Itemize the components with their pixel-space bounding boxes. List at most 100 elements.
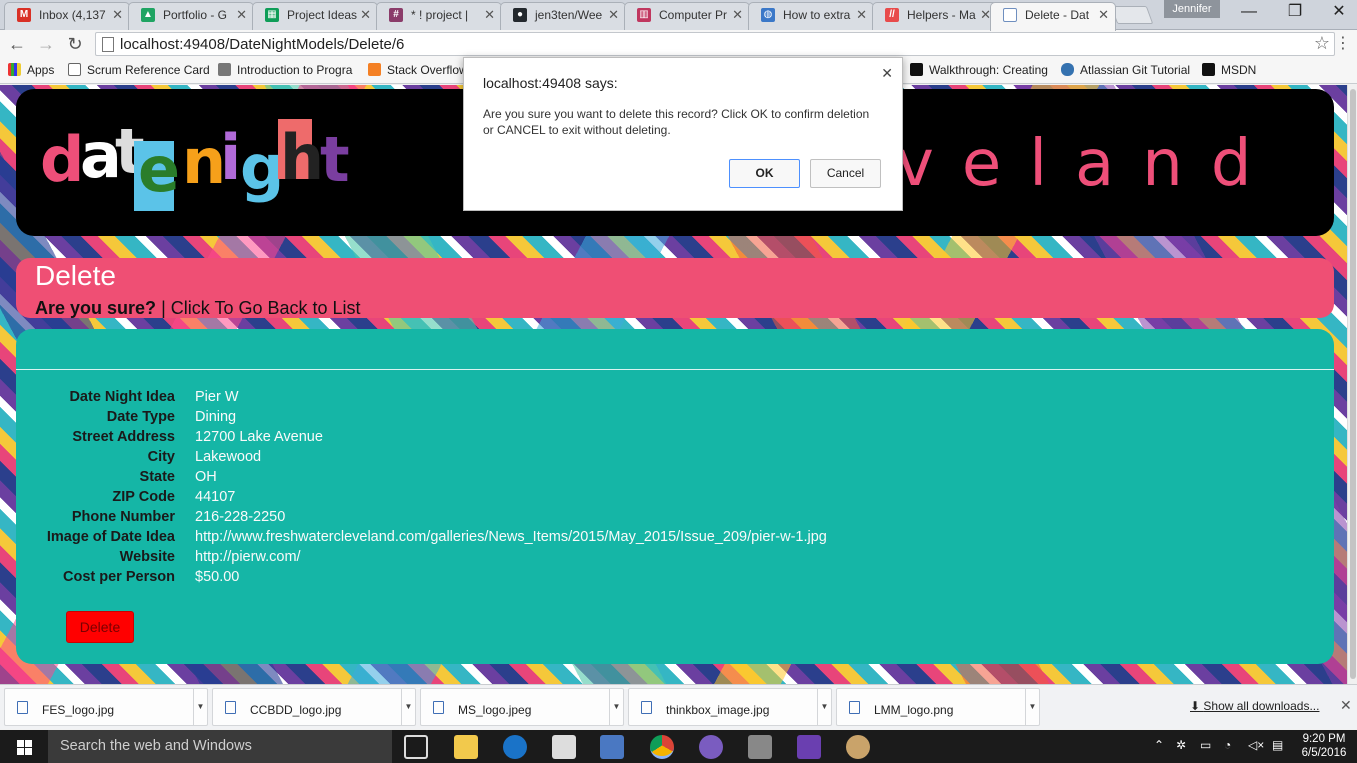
notification-icon[interactable]: ▤ xyxy=(1272,738,1283,752)
download-item[interactable]: LMM_logo.png ▼ xyxy=(836,688,1040,726)
close-icon[interactable]: ✕ xyxy=(484,3,495,27)
back-to-list-link[interactable]: Click To Go Back to List xyxy=(171,298,361,318)
download-arrow-icon: ⬇ xyxy=(1190,699,1204,713)
close-icon[interactable]: ✕ xyxy=(1098,3,1109,27)
close-icon[interactable]: ✕ xyxy=(881,65,893,82)
wifi-icon[interactable]: ◔ xyxy=(1224,738,1231,752)
task-view-icon[interactable] xyxy=(404,735,428,759)
reload-icon[interactable]: ↻ xyxy=(64,33,86,55)
chrome-icon[interactable] xyxy=(650,735,674,759)
battery-icon[interactable]: ▭ xyxy=(1200,738,1211,752)
network-icon[interactable]: ✲ xyxy=(1176,738,1186,752)
tab-project-ideas[interactable]: ▦ Project Ideas ✕ xyxy=(252,2,378,30)
bookmark-scrum-reference[interactable]: Scrum Reference Card xyxy=(68,63,210,77)
tab-slack-project[interactable]: # * ! project | ✕ xyxy=(376,2,502,30)
banner-city-text: veland xyxy=(896,127,1280,201)
bookmark-apps[interactable]: Apps xyxy=(8,63,54,77)
close-icon[interactable]: ✕ xyxy=(112,3,123,27)
download-item[interactable]: CCBDD_logo.jpg ▼ xyxy=(212,688,416,726)
download-item[interactable]: FES_logo.jpg ▼ xyxy=(4,688,208,726)
forward-arrow-icon[interactable]: → xyxy=(35,33,57,55)
bookmark-label: Walkthrough: Creating xyxy=(929,63,1048,77)
download-item[interactable]: MS_logo.jpeg ▼ xyxy=(420,688,624,726)
dialog-message: Are you sure you want to delete this rec… xyxy=(483,107,870,137)
tab-inbox[interactable]: M Inbox (4,137 ✕ xyxy=(4,2,130,30)
taskbar-clock[interactable]: 9:20 PM 6/5/2016 xyxy=(1298,732,1350,760)
bookmark-label: MSDN xyxy=(1221,63,1257,77)
clock-date: 6/5/2016 xyxy=(1301,747,1347,759)
tab-delete-active[interactable]: Delete - Dat ✕ xyxy=(990,2,1116,31)
chevron-up-icon[interactable]: ⌃ xyxy=(1154,738,1164,752)
visual-studio-icon[interactable] xyxy=(797,735,821,759)
chevron-down-icon[interactable]: ▼ xyxy=(817,689,831,725)
bookmark-walkthrough[interactable]: Walkthrough: Creating xyxy=(910,63,1048,77)
store-icon[interactable] xyxy=(552,735,576,759)
new-tab-button[interactable] xyxy=(1110,6,1154,24)
delete-button[interactable]: Delete xyxy=(66,611,134,643)
scrollbar-thumb[interactable] xyxy=(1350,89,1356,679)
database-icon xyxy=(1061,63,1074,76)
tab-title: Portfolio - G xyxy=(163,8,228,22)
image-file-icon xyxy=(849,701,860,714)
close-icon[interactable]: ✕ xyxy=(236,3,247,27)
tab-helpers[interactable]: // Helpers - Ma ✕ xyxy=(872,2,998,30)
taskbar-search-input[interactable]: Search the web and Windows xyxy=(48,730,392,763)
show-all-label: Show all downloads... xyxy=(1203,699,1320,713)
bookmark-stack-overflow[interactable]: Stack Overflow xyxy=(368,63,468,77)
chevron-down-icon[interactable]: ▼ xyxy=(1025,689,1039,725)
edge-icon[interactable] xyxy=(503,735,527,759)
github-desktop-icon[interactable] xyxy=(699,735,723,759)
tools-icon[interactable] xyxy=(748,735,772,759)
tab-title: Inbox (4,137 xyxy=(39,8,106,22)
tab-title: * ! project | xyxy=(411,8,469,22)
bookmark-star-icon[interactable]: ☆ xyxy=(1314,33,1330,54)
minimize-icon[interactable]: — xyxy=(1226,0,1272,26)
globe-icon: ◍ xyxy=(761,8,775,22)
clock-time: 9:20 PM xyxy=(1302,733,1346,745)
file-explorer-icon[interactable] xyxy=(454,735,478,759)
chevron-down-icon[interactable]: ▼ xyxy=(401,689,415,725)
chevron-down-icon[interactable]: ▼ xyxy=(609,689,623,725)
tab-how-to-extract[interactable]: ◍ How to extra ✕ xyxy=(748,2,874,30)
msdn-icon xyxy=(1202,63,1215,76)
app-icon[interactable] xyxy=(600,735,624,759)
ok-button[interactable]: OK xyxy=(729,159,800,188)
window-close-icon[interactable]: ✕ xyxy=(1316,0,1357,26)
paint-icon[interactable] xyxy=(846,735,870,759)
show-all-downloads-link[interactable]: ⬇ Show all downloads... xyxy=(1190,699,1319,713)
detail-value: Pier W xyxy=(195,389,239,405)
chevron-down-icon[interactable]: ▼ xyxy=(193,689,207,725)
maximize-icon[interactable]: ❐ xyxy=(1272,0,1318,26)
close-icon[interactable]: ✕ xyxy=(856,3,867,27)
tab-trello[interactable]: ▥ Computer Pr ✕ xyxy=(624,2,750,30)
close-icon[interactable]: ✕ xyxy=(608,3,619,27)
confirm-subline: Are you sure? | Click To Go Back to List xyxy=(35,298,361,319)
image-file-icon xyxy=(641,701,652,714)
tab-title: Project Ideas xyxy=(287,8,358,22)
bookmark-label: Scrum Reference Card xyxy=(87,63,210,77)
profile-button[interactable]: Jennifer xyxy=(1164,0,1220,18)
close-icon[interactable]: ✕ xyxy=(1340,697,1352,714)
close-icon[interactable]: ✕ xyxy=(732,3,743,27)
detail-label: State xyxy=(139,469,175,485)
page-scrollbar[interactable] xyxy=(1347,85,1357,684)
bookmark-atlassian-git[interactable]: Atlassian Git Tutorial xyxy=(1061,63,1190,77)
apps-grid-icon xyxy=(8,63,21,76)
bookmark-msdn[interactable]: MSDN xyxy=(1202,63,1256,77)
page-title: Delete xyxy=(35,260,116,291)
download-item[interactable]: thinkbox_image.jpg ▼ xyxy=(628,688,832,726)
volume-icon[interactable]: ◁× xyxy=(1248,738,1264,752)
url-text[interactable]: localhost:49408/DateNightModels/Delete/6 xyxy=(120,36,404,53)
back-arrow-icon[interactable]: ← xyxy=(6,33,28,55)
bookmark-label: Atlassian Git Tutorial xyxy=(1080,63,1191,77)
bookmark-intro-programming[interactable]: Introduction to Progra xyxy=(218,63,352,77)
msdn-icon xyxy=(910,63,923,76)
browser-tab-strip: M Inbox (4,137 ✕ ▲ Portfolio - G ✕ ▦ Pro… xyxy=(0,0,1357,31)
tab-portfolio[interactable]: ▲ Portfolio - G ✕ xyxy=(128,2,254,30)
address-bar[interactable]: localhost:49408/DateNightModels/Delete/6… xyxy=(95,32,1335,56)
chrome-menu-icon[interactable]: ⋮ xyxy=(1335,33,1351,53)
windows-start-icon[interactable] xyxy=(0,730,48,763)
cancel-button[interactable]: Cancel xyxy=(810,159,881,188)
tab-github[interactable]: ● jen3ten/Wee ✕ xyxy=(500,2,626,30)
close-icon[interactable]: ✕ xyxy=(360,3,371,27)
